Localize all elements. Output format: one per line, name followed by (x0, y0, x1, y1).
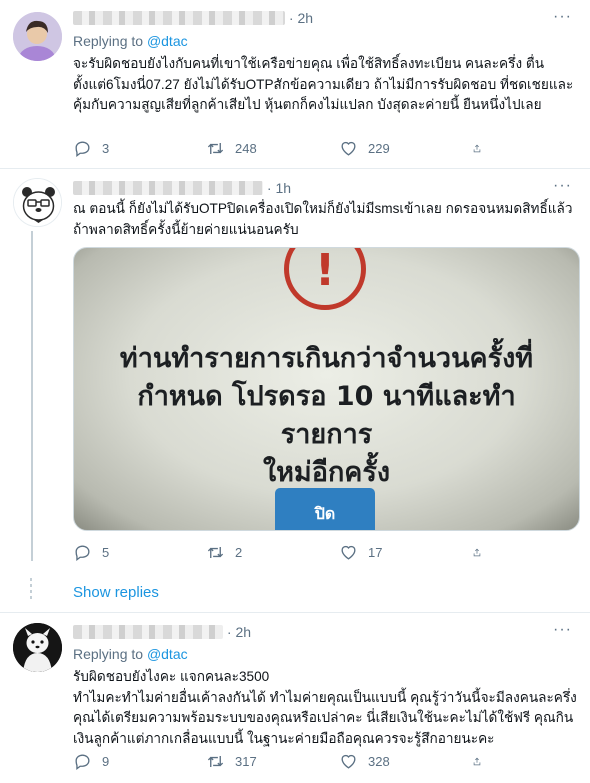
replying-to-label: Replying to (73, 646, 144, 662)
reply-button[interactable]: 9 (73, 752, 206, 771)
share-button[interactable] (472, 543, 492, 562)
media-error-message: ท่านทำรายการเกินกว่าจำนวนครั้งที่ กำหนด … (119, 343, 534, 488)
media-close-button: ปิด (275, 488, 375, 530)
thread-line (31, 231, 33, 561)
reply-count: 3 (102, 141, 110, 156)
reply-icon (75, 754, 90, 770)
like-button[interactable]: 17 (339, 543, 472, 562)
tweet-actions: 5 2 17 (73, 543, 503, 562)
reply-handle-link[interactable]: @dtac (147, 646, 188, 662)
avatar[interactable] (13, 623, 62, 672)
avatar[interactable] (13, 12, 62, 61)
reply-count: 9 (102, 754, 110, 769)
like-count: 17 (368, 545, 383, 560)
more-icon[interactable]: ··· (553, 8, 572, 26)
timestamp[interactable]: 2h (298, 10, 314, 26)
replying-to: Replying to @dtac (73, 33, 188, 49)
share-icon (473, 757, 481, 766)
warning-icon: ! (284, 248, 366, 310)
retweet-button[interactable]: 2 (206, 543, 339, 562)
blurred-author-name[interactable] (73, 11, 285, 25)
replying-to-label: Replying to (73, 33, 144, 49)
avatar[interactable] (13, 178, 62, 227)
retweet-count: 248 (235, 141, 257, 156)
reply-count: 5 (102, 545, 110, 560)
separator: · (267, 180, 272, 196)
retweet-button[interactable]: 248 (206, 139, 339, 158)
tweet-text: รับผิดชอบยังไงคะ แจกคนละ3500 ทำไมคะทำไมค… (73, 669, 577, 746)
tweet-text: ณ ตอนนี้ ก็ยังไม่ได้รับOTPปิดเครื่องเปิด… (73, 201, 573, 237)
timestamp[interactable]: 1h (276, 180, 292, 196)
retweet-button[interactable]: 317 (206, 752, 339, 771)
share-button[interactable] (472, 752, 492, 771)
like-icon (341, 141, 356, 156)
like-count: 229 (368, 141, 390, 156)
retweet-icon (207, 755, 224, 768)
tweet-actions: 3 248 229 (73, 139, 503, 158)
like-button[interactable]: 328 (339, 752, 472, 771)
blurred-author-name[interactable] (73, 181, 263, 195)
retweet-count: 317 (235, 754, 257, 769)
like-icon (341, 545, 356, 560)
retweet-icon (207, 546, 224, 559)
replying-to: Replying to @dtac (73, 646, 188, 662)
like-button[interactable]: 229 (339, 139, 472, 158)
share-button[interactable] (472, 139, 492, 158)
retweet-icon (207, 142, 224, 155)
tweet-2[interactable]: · 1h ··· ณ ตอนนี้ ก็ยังไม่ได้รับOTPปิดเค… (0, 169, 590, 606)
more-icon[interactable]: ··· (553, 177, 572, 195)
tweet-text: จะรับผิดชอบยังไงกับคนที่เขาใช้เครือข่ายค… (73, 56, 574, 112)
like-icon (341, 754, 356, 769)
timestamp[interactable]: 2h (236, 624, 252, 640)
tweet-actions: 9 317 328 (73, 752, 503, 771)
retweet-count: 2 (235, 545, 243, 560)
separator: · (227, 624, 232, 640)
tweet-3[interactable]: · 2h ··· Replying to @dtac รับผิดชอบยังไ… (0, 613, 590, 783)
reply-handle-link[interactable]: @dtac (147, 33, 188, 49)
separator: · (289, 10, 294, 26)
blurred-author-name[interactable] (73, 625, 223, 639)
like-count: 328 (368, 754, 390, 769)
tweet-1[interactable]: · 2h ··· Replying to @dtac จะรับผิดชอบยั… (0, 0, 590, 168)
thread-continuation-dots (30, 578, 33, 602)
reply-icon (75, 545, 90, 561)
share-icon (473, 144, 481, 153)
show-replies-link[interactable]: Show replies (73, 584, 159, 601)
reply-icon (75, 141, 90, 157)
tweet-media-image[interactable]: ! ท่านทำรายการเกินกว่าจำนวนครั้งที่ กำหน… (73, 247, 580, 531)
share-icon (473, 548, 481, 557)
reply-button[interactable]: 5 (73, 543, 206, 562)
more-icon[interactable]: ··· (553, 621, 572, 639)
reply-button[interactable]: 3 (73, 139, 206, 158)
